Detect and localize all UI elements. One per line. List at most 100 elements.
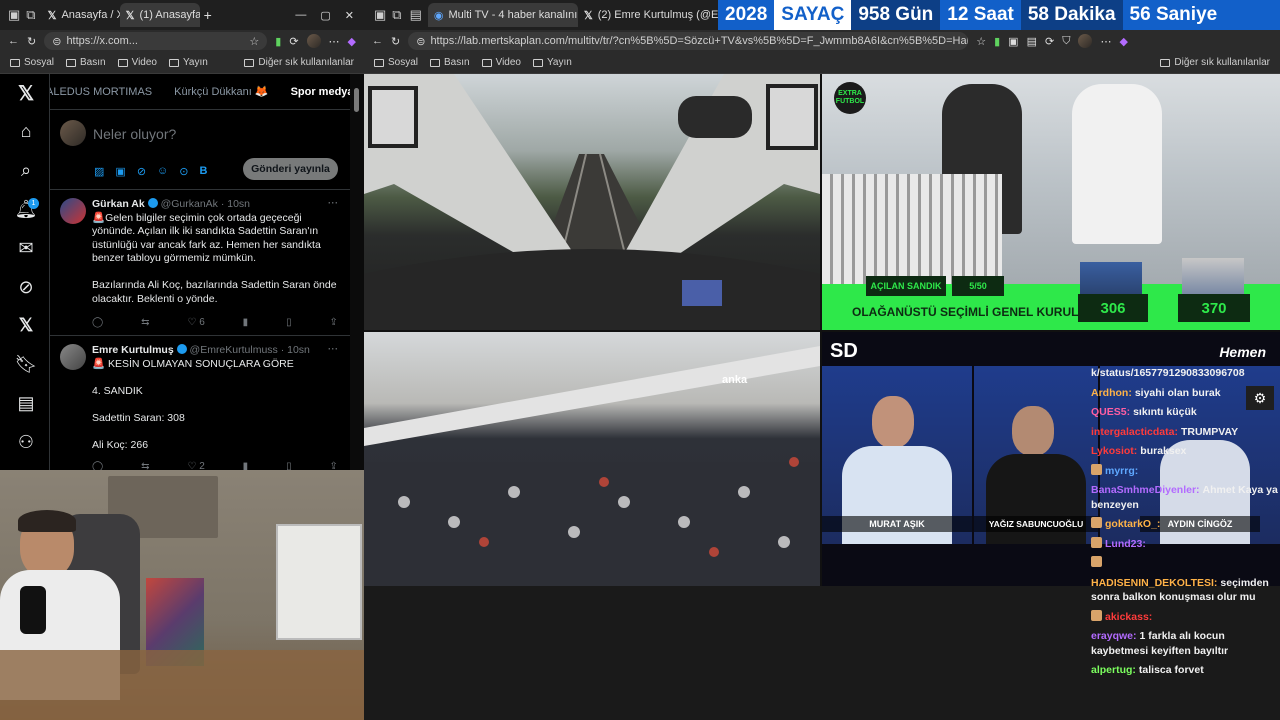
scrollbar-thumb[interactable] [354,88,359,112]
video-stadium[interactable]: anka [364,332,820,586]
menu-dots-icon[interactable]: ⋯ [1100,35,1111,48]
tweet-handle[interactable]: @GurkanAk · 10sn [161,198,250,210]
video-tram[interactable] [364,74,820,330]
copilot-icon[interactable]: ◆ [1119,35,1127,48]
tweet-author[interactable]: Emre Kurtulmuş [92,344,174,356]
chat-username[interactable]: erayqwe: [1091,630,1137,642]
other-bookmarks[interactable]: Diğer sık kullanılanlar [1160,57,1270,68]
left-tab-1[interactable]: 𝕏 Anasayfa / X [42,3,120,27]
messages-icon[interactable]: ✉ [13,235,39,261]
right-tab-1[interactable]: ◉ Multi TV - 4 haber kanalını a... [427,3,578,27]
reply-icon[interactable]: ◯ [92,460,103,470]
views-icon[interactable]: ▮ [243,316,249,330]
chat-username[interactable]: HADISENIN_DEKOLTESI: [1091,577,1217,589]
maximize-icon[interactable]: ▢ [320,9,330,22]
chat-username[interactable]: Ardhon: [1091,387,1132,399]
right-url-field[interactable]: ⊜ https://lab.mertskaplan.com/multitv/tr… [408,32,969,50]
left-tab-2[interactable]: 𝕏 (1) Anasayfa / X [119,3,200,27]
list-tab-aledus[interactable]: ALEDUS MORTIMAS [50,86,152,98]
compose-input[interactable]: Neler oluyor? [93,126,176,142]
new-tab-icon[interactable]: + [204,7,212,23]
profile-avatar[interactable] [1078,34,1093,48]
post-button[interactable]: Gönderi yayınla [243,158,338,180]
video-sport-channel[interactable]: EXTRA FUTBOL AÇILAN SANDIK 5/50 OLAĞANÜS… [822,74,1280,330]
x-logo-icon[interactable]: 𝕏 [13,80,39,106]
bookmark-sosyal[interactable]: Sosyal [374,57,418,68]
chat-username[interactable]: QUES5: [1091,406,1130,418]
refresh-icon[interactable]: ↻ [27,35,36,48]
premium-x-icon[interactable]: 𝕏 [13,312,39,338]
chat-username[interactable]: goktarkO_: [1105,518,1160,530]
jobs-icon[interactable]: ▤ [13,390,39,416]
favorite-star-icon[interactable]: ☆ [249,35,259,48]
tweet-avatar[interactable] [60,198,86,224]
grok-icon[interactable]: ⊘ [13,274,39,300]
close-icon[interactable]: ✕ [345,9,354,22]
bookmark-video[interactable]: Video [481,57,521,68]
refresh-icon[interactable]: ↻ [391,35,400,48]
gif-icon[interactable]: ▣ [115,165,125,178]
extension-icon[interactable]: ▤ [1027,35,1037,48]
tab-actions-icon[interactable]: ⧉ [392,7,401,23]
like-button[interactable]: ♡ 6 [187,316,204,330]
reply-icon[interactable]: ◯ [92,316,103,330]
bookmarks-icon[interactable]: 🔖︎ [13,351,39,377]
bookmark-sosyal[interactable]: Sosyal [10,57,54,68]
back-icon[interactable]: ← [8,35,19,47]
extension-icon[interactable]: ▮ [275,35,281,48]
share-icon[interactable]: ⇪ [330,316,338,330]
share-icon[interactable]: ⇪ [330,460,338,470]
tab-group-icon[interactable]: ▤ [410,7,422,23]
other-bookmarks[interactable]: Diğer sık kullanılanlar [244,57,354,68]
sync-icon[interactable]: ⟳ [289,35,298,48]
retweet-icon[interactable]: ⇆ [141,316,149,330]
list-tab-kurkcu[interactable]: Kürkçü Dükkanı 🦊 [174,85,268,98]
right-tab-2[interactable]: 𝕏 (2) Emre Kurtulmuş (@EmreKurtu... [578,3,720,27]
bookmark-yayin[interactable]: Yayın [533,57,572,68]
bookmark-tweet-icon[interactable]: ▯ [286,460,292,470]
favorite-star-icon[interactable]: ☆ [976,35,986,48]
bookmark-basin[interactable]: Basın [66,57,106,68]
search-icon[interactable]: ⌕ [13,157,39,183]
chat-username[interactable]: intergalacticdata: [1091,426,1178,438]
bold-icon[interactable]: B [199,165,207,178]
shield-icon[interactable]: ⛉ [1062,35,1070,48]
tweet-avatar[interactable] [60,344,86,370]
location-icon[interactable]: ⊙ [179,165,188,178]
tweet-item[interactable]: Gürkan Ak @GurkanAk · 10sn 🚨Gelen bilgil… [50,190,350,336]
profile-avatar[interactable] [306,34,321,48]
workspaces-icon[interactable]: ▣ [8,7,20,23]
tweet-item[interactable]: Emre Kurtulmuş @EmreKurtulmuss · 10sn 🚨 … [50,336,350,470]
bookmark-tweet-icon[interactable]: ▯ [286,316,292,330]
bookmark-video[interactable]: Video [117,57,157,68]
bookmark-yayin[interactable]: Yayın [169,57,208,68]
tweet-author[interactable]: Gürkan Ak [92,198,145,210]
chat-username[interactable]: Lund23: [1105,538,1146,550]
grok-compose-icon[interactable]: ⊘ [137,165,146,178]
extension-icon[interactable]: ▣ [1008,35,1018,48]
home-icon[interactable]: ⌂ [13,118,39,144]
bookmark-basin[interactable]: Basın [430,57,470,68]
timeline-scrollbar[interactable] [350,74,364,470]
chat-username[interactable]: myrrg: [1105,465,1138,477]
left-url-field[interactable]: ⊜ https://x.com... ☆ [44,32,268,50]
more-icon[interactable]: ⋯ [328,197,339,211]
sync-icon[interactable]: ⟳ [1045,35,1054,48]
views-icon[interactable]: ▮ [243,460,249,470]
menu-dots-icon[interactable]: ⋯ [329,35,340,48]
chat-username[interactable]: Lykosiot: [1091,445,1137,457]
minimize-icon[interactable]: — [295,9,306,21]
chat-username[interactable]: alpertug: [1091,664,1136,676]
copilot-icon[interactable]: ◆ [348,35,356,48]
more-icon[interactable]: ⋯ [328,343,339,357]
emoji-icon[interactable]: ☺ [157,165,168,178]
extension-icon[interactable]: ▮ [994,35,1000,48]
retweet-icon[interactable]: ⇆ [141,460,149,470]
chat-username[interactable]: akickass: [1105,611,1152,623]
workspaces-icon[interactable]: ▣ [374,7,386,23]
back-icon[interactable]: ← [372,35,383,47]
list-tab-spor[interactable]: Spor medyası [291,86,350,98]
tab-actions-icon[interactable]: ⧉ [26,7,35,23]
like-button[interactable]: ♡ 2 [187,460,204,470]
chat-username[interactable]: BanaSmhmeDiyenler: [1091,484,1200,496]
